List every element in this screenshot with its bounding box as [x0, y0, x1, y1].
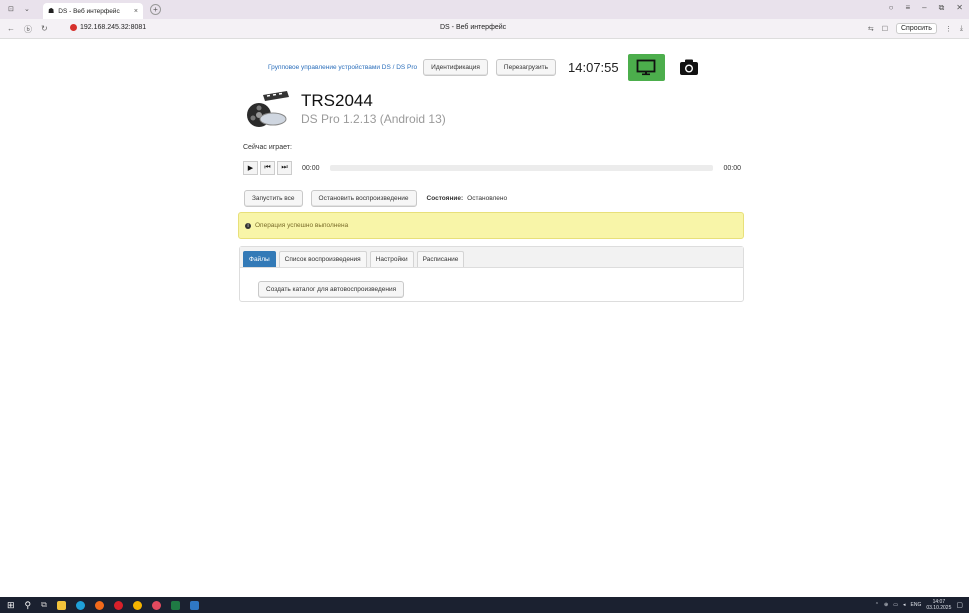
url-field[interactable]: 192.168.245.32:8081: [70, 24, 146, 31]
alert-text: Операция успешно выполнена: [255, 222, 349, 229]
tab-playlist[interactable]: Список воспроизведения: [278, 251, 367, 267]
close-window-icon[interactable]: ✕: [956, 3, 963, 13]
playback-controls: Запустить все Остановить воспроизведение…: [244, 190, 507, 207]
address-page-title: DS - Веб интерфейс: [440, 24, 507, 31]
bookmark-icon[interactable]: ☐: [882, 25, 888, 33]
tab-settings[interactable]: Настройки: [369, 251, 414, 267]
state-value: Остановлено: [467, 195, 508, 202]
browser-tab[interactable]: ☗ DS - Веб интерфейс ×: [43, 3, 143, 19]
tab-favicon-icon: ☗: [48, 8, 55, 15]
download-icon[interactable]: ⤓: [960, 25, 963, 33]
ask-label: Спросить: [900, 25, 932, 32]
tab-close-icon[interactable]: ×: [134, 8, 138, 15]
notifications-icon[interactable]: ▢: [956, 601, 963, 609]
translate-icon[interactable]: ⇆: [868, 25, 874, 33]
now-playing-label: Сейчас играет:: [243, 144, 292, 151]
display-icon[interactable]: ▭: [893, 602, 898, 608]
app-icon[interactable]: [189, 600, 199, 610]
firefox-icon[interactable]: [94, 600, 104, 610]
camera-icon: [679, 59, 698, 75]
reboot-button[interactable]: Перезагрузить: [495, 59, 557, 76]
language-indicator[interactable]: ENG: [911, 602, 922, 608]
taskbar-clock[interactable]: 14:07 03.10.2025: [926, 599, 951, 611]
identify-button[interactable]: Идентификация: [423, 59, 488, 76]
restore-icon[interactable]: ⧉: [939, 3, 945, 13]
ask-button[interactable]: Спросить: [895, 23, 937, 34]
reload-icon[interactable]: ↻: [41, 24, 48, 35]
menu-icon[interactable]: ≡: [905, 3, 910, 13]
tab-content: Создать каталог для автовоспроизведения: [240, 268, 743, 298]
excel-icon[interactable]: [170, 600, 180, 610]
group-management-link[interactable]: Групповое управление устройствами DS / D…: [268, 64, 417, 71]
start-all-button[interactable]: Запустить все: [244, 190, 303, 207]
tab-files[interactable]: Файлы: [243, 251, 276, 267]
start-icon[interactable]: ⊞: [7, 600, 15, 611]
task-view-icon[interactable]: ⧉: [41, 600, 47, 610]
tray-chevron-icon[interactable]: ⌃: [875, 602, 879, 608]
nav-buttons: ← ⓑ ↻: [7, 24, 48, 35]
time-total: 00:00: [723, 164, 741, 172]
progress-bar[interactable]: [329, 165, 714, 171]
previous-icon: ⏮: [264, 164, 271, 171]
film-reel-icon: [247, 91, 289, 127]
previous-button[interactable]: ⏮: [260, 161, 275, 175]
browser-tab-bar: ⊡ ⌄ ☗ DS - Веб интерфейс × + ○ ≡ – ⧉ ✕: [0, 0, 969, 19]
next-button[interactable]: ⏭: [277, 161, 292, 175]
next-icon: ⏭: [281, 164, 288, 171]
page-content: Групповое управление устройствами DS / D…: [0, 40, 969, 597]
device-version: DS Pro 1.2.13 (Android 13): [301, 112, 446, 126]
monitor-icon: [636, 59, 656, 76]
tab-schedule[interactable]: Расписание: [416, 251, 465, 267]
taskbar-icons: ⊞ ⚲ ⧉: [7, 600, 199, 611]
insecure-icon[interactable]: [70, 24, 77, 31]
time-current: 00:00: [302, 164, 320, 172]
success-alert: i Операция успешно выполнена: [238, 212, 744, 239]
edge-icon[interactable]: [75, 600, 85, 610]
network-icon[interactable]: ⊕: [884, 602, 888, 608]
address-bar: ← ⓑ ↻ 192.168.245.32:8081 DS - Веб интер…: [0, 19, 969, 39]
state-label: Состояние:: [426, 195, 464, 202]
address-tools: ⇆ ☐ Спросить ⋮ ⤓: [868, 23, 963, 34]
device-clock: 14:07:55: [568, 60, 619, 75]
screenshot-button[interactable]: [679, 58, 699, 78]
chrome-icon[interactable]: [132, 600, 142, 610]
bell-icon[interactable]: ○: [889, 3, 894, 13]
player: ▶ ⏮ ⏭ 00:00 00:00: [243, 161, 741, 175]
files-panel: Файлы Список воспроизведения Настройки Р…: [239, 246, 744, 302]
more-icon[interactable]: ⋮: [945, 25, 952, 33]
create-catalog-button[interactable]: Создать каталог для автовоспроизведения: [258, 281, 405, 298]
volume-icon[interactable]: ◂: [903, 602, 906, 608]
info-icon: i: [245, 222, 251, 229]
system-tray: ⌃ ⊕ ▭ ◂ ENG 14:07 03.10.2025 ▢: [875, 599, 963, 611]
browser-logo-icon[interactable]: ⓑ: [24, 24, 32, 35]
play-button[interactable]: ▶: [243, 161, 258, 175]
search-icon[interactable]: ⚲: [25, 600, 32, 611]
opera-icon[interactable]: [113, 600, 123, 610]
tab-title: DS - Веб интерфейс: [58, 7, 120, 15]
window-controls: ○ ≡ – ⧉ ✕: [889, 3, 963, 13]
minimize-icon[interactable]: –: [922, 3, 926, 13]
file-explorer-icon[interactable]: [56, 600, 66, 610]
taskbar-date: 03.10.2025: [926, 605, 952, 611]
taskbar: ⊞ ⚲ ⧉ ⌃ ⊕ ▭ ◂ ENG 14:07 03.10.2025 ▢: [0, 597, 969, 613]
chevron-down-icon[interactable]: ⌄: [24, 5, 30, 13]
stop-playback-button[interactable]: Остановить воспроизведение: [310, 190, 417, 207]
tab-bar: Файлы Список воспроизведения Настройки Р…: [240, 247, 743, 268]
url-text: 192.168.245.32:8081: [80, 24, 147, 31]
top-toolbar: Групповое управление устройствами DS / D…: [268, 54, 699, 81]
back-icon[interactable]: ←: [7, 24, 15, 35]
play-icon: ▶: [247, 165, 254, 172]
screen-button[interactable]: [627, 54, 665, 81]
yandex-browser-icon[interactable]: [151, 600, 161, 610]
new-tab-button[interactable]: +: [150, 4, 161, 15]
tab-list-icon[interactable]: ⊡: [8, 5, 14, 13]
device-name: TRS2044: [301, 91, 373, 110]
